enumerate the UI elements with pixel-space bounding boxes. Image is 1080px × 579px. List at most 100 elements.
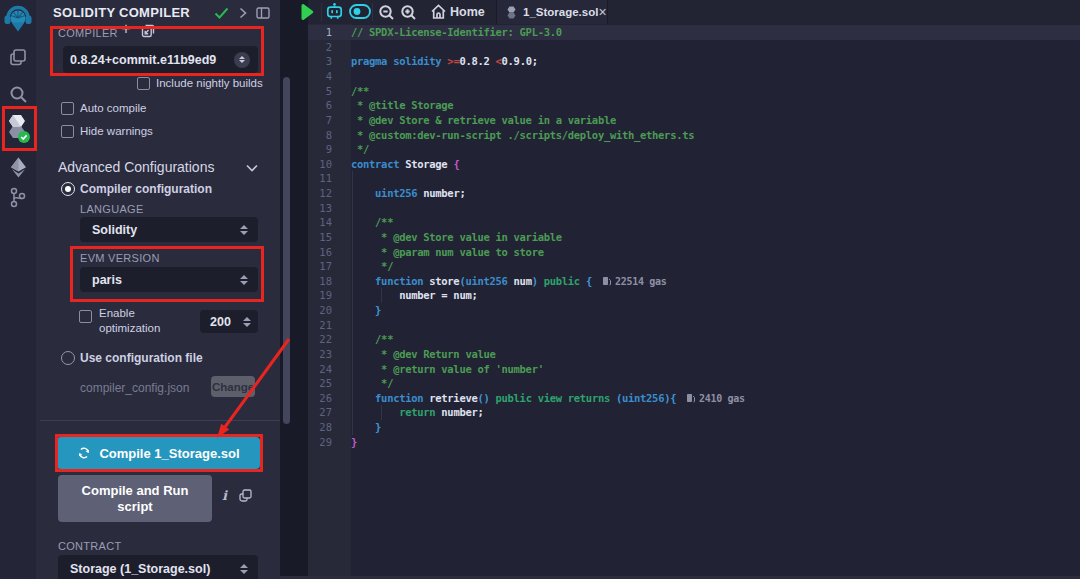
line-number: 18: [308, 274, 332, 289]
line-number: 29: [308, 435, 332, 450]
line-number: 26: [308, 391, 332, 406]
contract-select[interactable]: Storage (1_Storage.sol): [58, 555, 258, 579]
auto-compile-label[interactable]: Auto compile: [80, 102, 146, 114]
code-line[interactable]: 14 /**: [308, 215, 1080, 230]
close-tab-icon[interactable]: ×: [598, 7, 606, 17]
run-script-icon[interactable]: [298, 3, 315, 21]
code-line[interactable]: 1// SPDX-License-Identifier: GPL-3.0: [308, 25, 1080, 40]
optimization-runs-input[interactable]: 200: [200, 310, 258, 333]
code-line[interactable]: 22 /**: [308, 332, 1080, 347]
compiler-configuration-radio[interactable]: [61, 182, 75, 196]
code-line[interactable]: 6 * @title Storage: [308, 98, 1080, 113]
compile-success-icon: [214, 7, 229, 19]
code-line[interactable]: 29}: [308, 435, 1080, 450]
use-configuration-file-label[interactable]: Use configuration file: [80, 351, 203, 365]
code-line[interactable]: 18 function store(uint256 num) public {: [308, 274, 1080, 289]
gas-estimate: 2410 gas: [686, 393, 745, 404]
line-number: 1: [308, 25, 332, 40]
code-line[interactable]: 16 * @param num value to store: [308, 245, 1080, 260]
copy-script-icon[interactable]: [239, 489, 252, 502]
file-tab-label: 1_Storage.sol: [523, 6, 598, 18]
language-label: LANGUAGE: [80, 203, 144, 215]
info-icon[interactable]: i: [222, 488, 227, 503]
code-line[interactable]: 15 * @dev Store value in variable: [308, 230, 1080, 245]
gas-pump-icon: [602, 276, 611, 286]
use-configuration-file-radio[interactable]: [61, 351, 75, 365]
code-line[interactable]: 25 */: [308, 376, 1080, 391]
toggle-icon[interactable]: [349, 4, 371, 19]
hide-warnings-label[interactable]: Hide warnings: [80, 125, 153, 137]
code-line[interactable]: 10contract Storage {: [308, 157, 1080, 172]
code-line[interactable]: 4: [308, 69, 1080, 84]
line-number: 21: [308, 318, 332, 333]
line-number: 28: [308, 420, 332, 435]
code-line[interactable]: 23 * @dev Return value: [308, 347, 1080, 362]
code-line[interactable]: 2: [308, 40, 1080, 55]
code-line[interactable]: 21: [308, 318, 1080, 333]
code-line[interactable]: 11: [308, 171, 1080, 186]
toolbar-separator: [321, 3, 322, 21]
code-line[interactable]: 8 * @custom:dev-run-script ./scripts/dep…: [308, 128, 1080, 143]
home-tab[interactable]: Home: [450, 5, 485, 19]
code-editor[interactable]: 1// SPDX-License-Identifier: GPL-3.023pr…: [308, 24, 1080, 579]
line-number: 8: [308, 128, 332, 143]
code-line[interactable]: 3pragma solidity >=0.8.2 <0.9.0;: [308, 54, 1080, 69]
zoom-out-icon[interactable]: [378, 4, 395, 21]
ai-assistant-icon[interactable]: [324, 2, 345, 22]
language-select[interactable]: Solidity: [80, 217, 258, 242]
line-number: 17: [308, 259, 332, 274]
line-number: 15: [308, 230, 332, 245]
chevron-down-icon[interactable]: [246, 164, 258, 172]
include-nightly-label[interactable]: Include nightly builds: [156, 77, 263, 89]
config-file-name[interactable]: compiler_config.json: [80, 381, 189, 395]
line-number: 24: [308, 362, 332, 377]
code-line[interactable]: 5/**: [308, 84, 1080, 99]
home-icon[interactable]: [430, 4, 447, 20]
line-number: 4: [308, 69, 332, 84]
git-icon[interactable]: [0, 187, 36, 209]
code-line[interactable]: 9 */: [308, 142, 1080, 157]
advanced-configurations-header[interactable]: Advanced Configurations: [58, 159, 214, 175]
activity-bar: [0, 0, 36, 579]
line-number: 9: [308, 142, 332, 157]
file-explorer-icon[interactable]: [0, 47, 36, 67]
code-line[interactable]: 24 * @return value of 'number': [308, 362, 1080, 377]
annotation-box-compiler-version: [50, 26, 264, 76]
code-line[interactable]: 20 }: [308, 303, 1080, 318]
deploy-run-icon[interactable]: [0, 157, 36, 178]
toolbar-separator: [372, 3, 373, 21]
include-nightly-checkbox[interactable]: [137, 77, 150, 90]
line-number: 22: [308, 332, 332, 347]
line-number: 5: [308, 84, 332, 99]
annotation-box-compile-button: [55, 434, 263, 472]
indent-guide: [381, 288, 382, 303]
code-line[interactable]: 7 * @dev Store & retrieve value in a var…: [308, 113, 1080, 128]
auto-compile-checkbox[interactable]: [61, 102, 74, 115]
code-line[interactable]: 19 number = num;: [308, 288, 1080, 303]
chevron-right-icon[interactable]: [239, 7, 247, 19]
compiler-configuration-label[interactable]: Compiler configuration: [80, 182, 212, 196]
indent-guide: [381, 405, 382, 420]
contract-section-label: CONTRACT: [58, 540, 122, 552]
zoom-in-icon[interactable]: [400, 4, 417, 21]
line-number: 14: [308, 215, 332, 230]
code-line[interactable]: 17 */: [308, 259, 1080, 274]
remix-logo-icon[interactable]: [0, 5, 36, 34]
hide-warnings-checkbox[interactable]: [61, 125, 74, 138]
enable-optimization-label[interactable]: Enable optimization: [99, 306, 189, 336]
line-number: 19: [308, 288, 332, 303]
line-number: 10: [308, 157, 332, 172]
code-line[interactable]: 27 return number;: [308, 405, 1080, 420]
change-button[interactable]: Change: [211, 376, 255, 397]
code-line[interactable]: 12 uint256 number;: [308, 186, 1080, 201]
main-area: Home 1_Storage.sol × 1// SPDX-License-Id…: [308, 0, 1080, 579]
code-line[interactable]: 28 }: [308, 420, 1080, 435]
search-icon[interactable]: [0, 85, 36, 104]
compile-and-run-button[interactable]: Compile and Run script: [58, 475, 212, 522]
enable-optimization-checkbox[interactable]: [79, 310, 92, 323]
code-line[interactable]: 13: [308, 201, 1080, 216]
panel-scrollbar[interactable]: [283, 77, 290, 424]
annotation-box-evm-version: [70, 246, 264, 302]
file-tab[interactable]: 1_Storage.sol ×: [496, 0, 608, 24]
panel-layout-icon[interactable]: [256, 7, 270, 19]
